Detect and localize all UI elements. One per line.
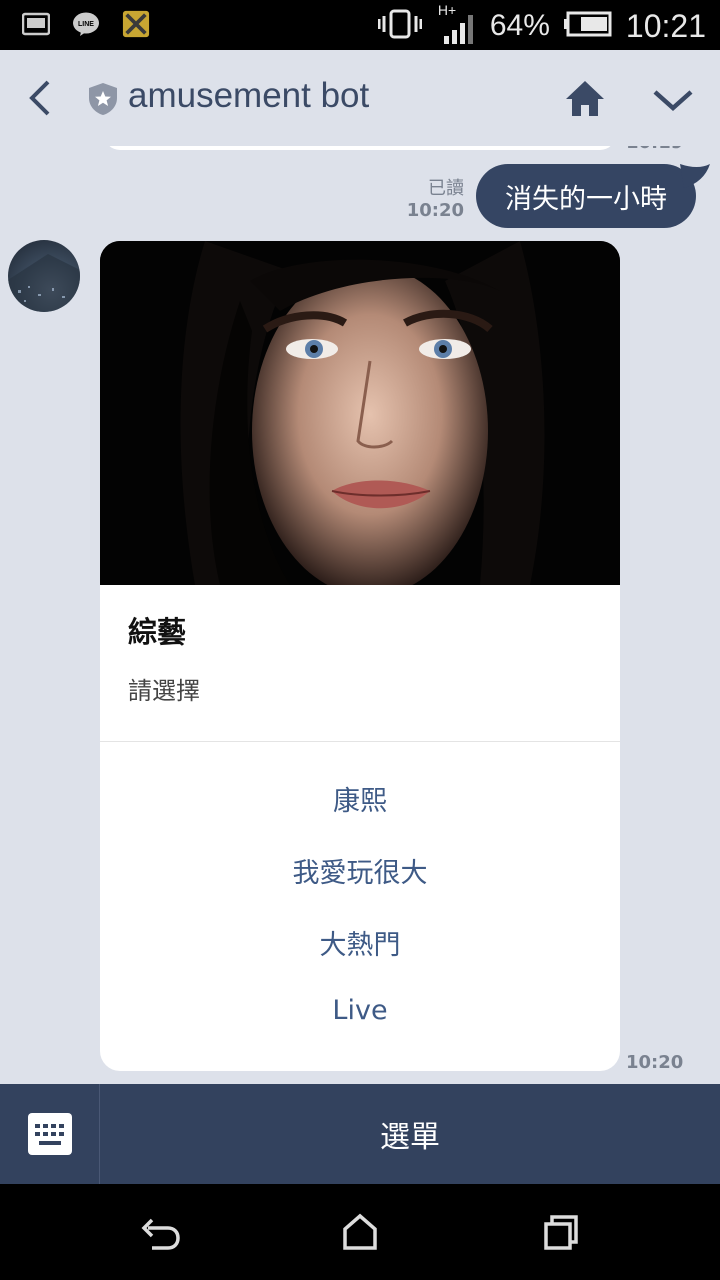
chevron-down-icon [653,90,693,112]
battery-icon [563,11,612,41]
nav-back-button[interactable] [138,1212,182,1252]
card-action-woaiwanhenda[interactable]: 我愛玩很大 [100,851,620,890]
line-icon: LINE [72,10,100,38]
system-nav-bar [0,1184,720,1280]
clock: 10:21 [625,7,706,44]
card-action-kangxi[interactable]: 康熙 [100,779,620,818]
sent-message-bubble[interactable]: 消失的一小時 [476,164,696,228]
svg-text:LINE: LINE [78,21,94,28]
message-icon [22,10,50,38]
home-icon [566,81,604,116]
card-title: 綜藝 [128,615,187,649]
status-bar: LINE H+ 64% 10:21 [0,0,720,50]
back-icon [29,80,50,116]
menu-dropdown-button[interactable] [650,80,696,120]
rich-menu-bar: 選單 [0,1084,720,1184]
menu-toggle-button[interactable]: 選單 [100,1084,720,1184]
app-icon [122,10,150,38]
sent-message-time: 10:20 [406,200,464,221]
keyboard-icon [27,1113,72,1155]
menu-label: 選單 [380,1120,440,1155]
card-divider [100,741,620,742]
read-label: 已讀 [428,178,464,199]
nav-recents-button[interactable] [538,1212,582,1252]
chat-header: amusement bot [0,50,720,146]
official-badge-icon [89,83,117,115]
home-button[interactable] [562,76,608,122]
home-nav-icon [343,1213,377,1250]
bot-avatar[interactable] [8,240,80,312]
nav-home-button[interactable] [338,1212,382,1252]
keyboard-toggle-button[interactable] [0,1084,100,1184]
back-nav-icon [141,1218,180,1250]
sent-message-meta: 已讀 10:20 [407,174,464,221]
recents-nav-icon [544,1215,578,1250]
template-card: 綜藝 請選擇 康熙 我愛玩很大 大熱門 Live [100,241,620,1071]
battery-percent: 64% [489,9,550,42]
sent-bubble-tail [680,164,710,188]
card-action-darenmen[interactable]: 大熱門 [100,923,620,962]
card-subtitle: 請選擇 [128,677,200,705]
card-message-time: 10:20 [626,1052,684,1073]
vibrate-icon [377,8,423,44]
sent-message-text: 消失的一小時 [505,183,667,215]
back-button[interactable] [22,76,58,120]
chat-area[interactable]: 10:19 amusement bot 已讀 10:20 消失的一小時 [0,50,720,1084]
chat-title: amusement bot [128,76,370,115]
signal-icon: H+ [436,2,476,46]
card-action-live[interactable]: Live [100,995,620,1026]
card-image[interactable] [100,241,620,596]
